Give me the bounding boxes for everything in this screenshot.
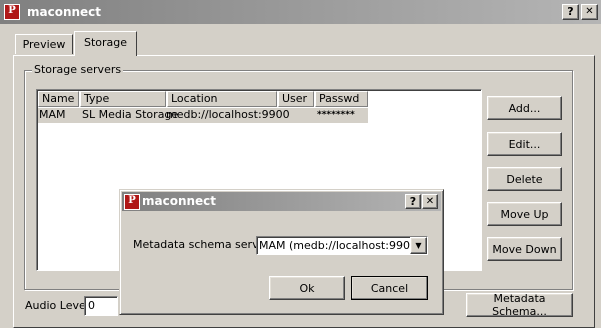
schema-server-select[interactable]: MAM (medb://localhost:9900) ▼ [256,236,428,255]
audio-level-input[interactable]: 0 [84,296,118,316]
app-icon: P [4,4,20,20]
dropdown-arrow-button[interactable]: ▼ [410,237,427,254]
help-button[interactable]: ? [562,4,579,20]
move-down-button[interactable]: Move Down [487,237,562,261]
column-header-location[interactable]: Location [167,91,277,107]
dialog-close-button[interactable]: ✕ [422,194,438,209]
metadata-schema-button[interactable]: Metadata Schema... [466,292,573,318]
column-header-name[interactable]: Name [38,91,79,107]
audio-level-value: 0 [88,299,95,312]
cell-type: SL Media Storage [82,108,179,121]
tab-preview-label: Preview [22,38,66,51]
cancel-button[interactable]: Cancel [351,276,428,300]
column-header-passwd[interactable]: Passwd [315,91,368,107]
edit-button[interactable]: Edit... [487,132,562,156]
window-title: maconnect [27,5,102,19]
dialog-help-button[interactable]: ? [405,194,421,209]
close-button[interactable]: ✕ [581,4,598,20]
ok-button[interactable]: Ok [269,276,345,300]
dialog-app-icon: P [124,194,140,210]
delete-button[interactable]: Delete [487,167,562,191]
schema-server-label: Metadata schema server: [133,238,274,251]
cell-location: medb://localhost:9900 [166,108,290,121]
schema-server-value: MAM (medb://localhost:9900) [259,239,422,252]
column-header-type[interactable]: Type [80,91,166,107]
tab-preview[interactable]: Preview [15,34,73,54]
storage-servers-label: Storage servers [32,63,124,77]
chevron-down-icon: ▼ [415,241,422,250]
add-button[interactable]: Add... [487,96,562,120]
audio-level-label: Audio Level: [25,299,93,312]
dialog-title: maconnect [142,194,217,208]
column-header-user[interactable]: User [278,91,314,107]
move-up-button[interactable]: Move Up [487,202,562,226]
tab-storage-label: Storage [83,36,128,49]
cell-name: MAM [39,108,66,121]
cell-passwd: ******** [317,110,355,120]
tab-storage[interactable]: Storage [74,31,137,56]
